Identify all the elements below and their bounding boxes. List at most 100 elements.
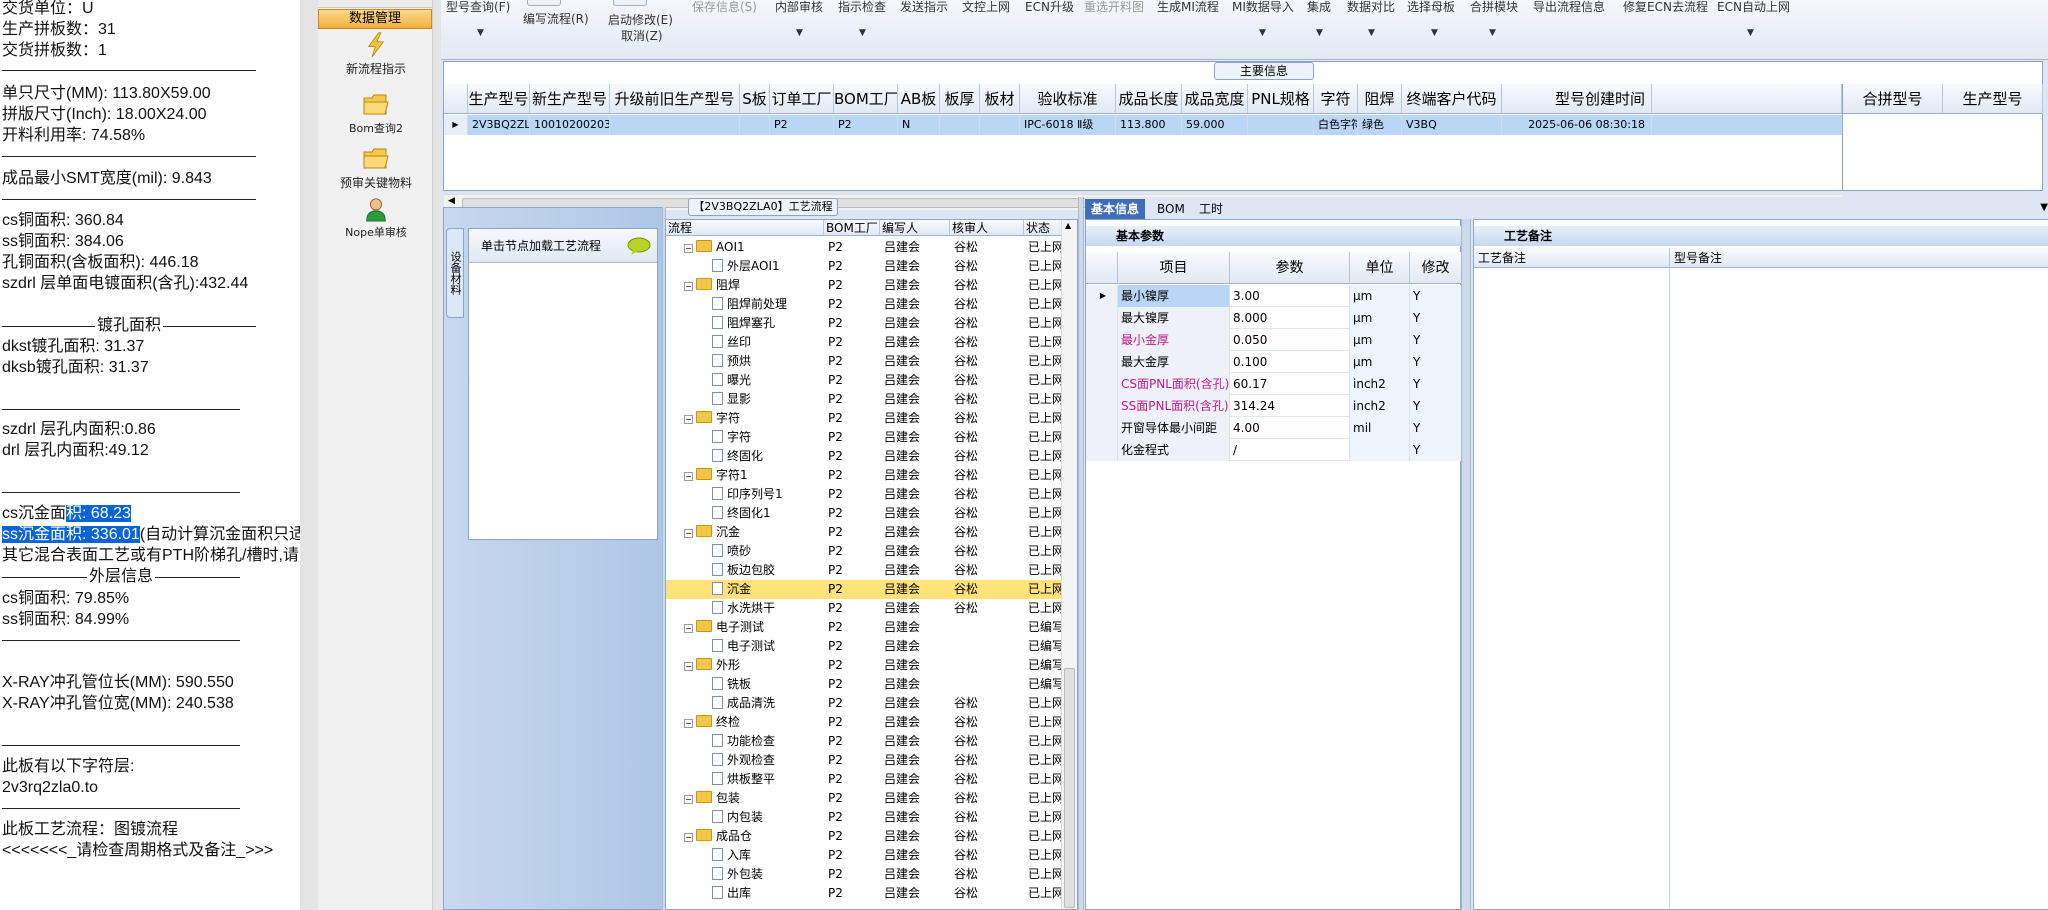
tree-folder-row[interactable]: − 外形 P2 吕建会 已编写 [666, 656, 1064, 675]
collapse-icon[interactable]: − [684, 795, 693, 804]
table-cell[interactable]: 2025-06-06 08:30:18 [1502, 115, 1652, 135]
param-row[interactable]: SS面PNL面积(含孔) 314.24 inch2 Y [1086, 395, 1462, 417]
column-header[interactable]: 编写人 [880, 220, 950, 236]
column-header[interactable]: 合拼型号 [1843, 84, 1943, 114]
tree-step-row[interactable]: 外观检查 P2 吕建会 谷松 已上网 [666, 751, 1064, 770]
column-header[interactable]: 终端客户代码 [1402, 84, 1502, 114]
tree-step-row[interactable]: 外包装 P2 吕建会 谷松 已上网 [666, 865, 1064, 884]
tree-step-row[interactable]: 电子测试 P2 吕建会 已编写 [666, 637, 1064, 656]
table-cell[interactable] [980, 115, 1020, 135]
tree-folder-row[interactable]: − 电子测试 P2 吕建会 已编写 [666, 618, 1064, 637]
toolbar-fix-ecn[interactable]: 修复ECN去流程 [1623, 0, 1708, 15]
param-row[interactable]: 最大金厚 0.100 μm Y [1086, 351, 1462, 373]
toolbar-ecn-upgrade[interactable]: ECN升级 [1025, 0, 1074, 15]
tree-folder-row[interactable]: − 沉金 P2 吕建会 谷松 已上网 [666, 523, 1064, 542]
tree-step-row[interactable]: 水洗烘干 P2 吕建会 谷松 已上网 [666, 599, 1064, 618]
tree-step-row[interactable]: 终固化 P2 吕建会 谷松 已上网 [666, 447, 1064, 466]
scrollbar-thumb[interactable] [1064, 668, 1075, 908]
toolbar-cancel[interactable]: 取消(Z) [621, 27, 663, 44]
tree-step-row[interactable]: 入库 P2 吕建会 谷松 已上网 [666, 846, 1064, 865]
column-header[interactable]: S板 [740, 84, 770, 114]
column-header[interactable]: 阻焊 [1358, 84, 1402, 114]
toolbar-merge-module[interactable]: 合拼模块 [1470, 0, 1518, 15]
toolbar-select-motherboard[interactable]: 选择母板 [1407, 0, 1455, 15]
tree-folder-row[interactable]: − 字符1 P2 吕建会 谷松 已上网 [666, 466, 1064, 485]
toolbar-doc-online[interactable]: 文控上网 [962, 0, 1010, 15]
column-header[interactable]: PNL规格 [1248, 84, 1314, 114]
tree-step-row[interactable]: 显影 P2 吕建会 谷松 已上网 [666, 390, 1064, 409]
param-row[interactable]: CS面PNL面积(含孔) 60.17 inch2 Y [1086, 373, 1462, 395]
splitter[interactable] [1461, 219, 1471, 910]
column-header[interactable]: 修改 [1410, 252, 1462, 284]
toolbar-model-query[interactable]: 型号查询(F) [446, 0, 510, 15]
column-header[interactable]: AB板 [898, 84, 940, 114]
table-cell[interactable] [1248, 115, 1314, 135]
column-header[interactable]: BOM工厂 [824, 220, 880, 236]
column-header[interactable]: 字符 [1314, 84, 1358, 114]
tree-step-row[interactable]: 字符 P2 吕建会 谷松 已上网 [666, 428, 1064, 447]
toolbar-reselect-layout[interactable]: 重选开料图 [1084, 0, 1144, 15]
tree-step-row[interactable]: 阻焊塞孔 P2 吕建会 谷松 已上网 [666, 314, 1064, 333]
collapse-icon[interactable]: − [684, 415, 693, 424]
toolbar-export-flow[interactable]: 导出流程信息 [1533, 0, 1605, 15]
table-cell[interactable]: 113.800 [1116, 115, 1182, 135]
table-cell[interactable]: IPC-6018 Ⅱ级 [1020, 115, 1116, 135]
table-cell[interactable] [940, 115, 980, 135]
column-header[interactable]: 新生产型号 [530, 84, 610, 114]
collapse-icon[interactable]: − [684, 244, 693, 253]
column-header[interactable]: 升级前旧生产型号 [610, 84, 740, 114]
column-header[interactable]: 型号备注 [1670, 248, 2048, 268]
column-header[interactable]: 核审人 [950, 220, 1024, 236]
param-row[interactable]: ▶ 最小镍厚 3.00 μm Y [1086, 285, 1462, 307]
toolbar-save[interactable]: 保存信息(S) [692, 0, 757, 15]
splitter[interactable] [1078, 197, 1084, 910]
column-header[interactable]: 成品宽度 [1182, 84, 1248, 114]
column-header[interactable]: 生产型号 [468, 84, 530, 114]
tree-step-row[interactable]: 印序列号1 P2 吕建会 谷松 已上网 [666, 485, 1064, 504]
tree-step-row[interactable]: 预烘 P2 吕建会 谷松 已上网 [666, 352, 1064, 371]
param-row[interactable]: 开窗导体最小间距 4.00 mil Y [1086, 417, 1462, 439]
tab-bom[interactable]: BOM [1151, 199, 1191, 219]
scroll-up-icon[interactable]: ▲ [1065, 221, 1071, 230]
column-header[interactable]: BOM工厂 [834, 84, 898, 114]
toolbar-integrate[interactable]: 集成 [1307, 0, 1331, 15]
table-cell[interactable]: 2V3BQ2ZLA0 [468, 115, 530, 135]
tree-step-row[interactable]: 功能检查 P2 吕建会 谷松 已上网 [666, 732, 1064, 751]
param-row[interactable]: 最大镍厚 8.000 μm Y [1086, 307, 1462, 329]
toolbar-generate-mi[interactable]: 生成MI流程 [1157, 0, 1219, 15]
collapse-icon[interactable]: − [684, 662, 693, 671]
toolbar-internal-review[interactable]: 内部审核 [775, 0, 823, 15]
chevron-down-icon[interactable]: ▼ [2040, 202, 2048, 213]
param-value[interactable]: 60.17 [1230, 373, 1350, 395]
toolbar-icon-button[interactable] [527, 0, 561, 6]
collapse-icon[interactable]: − [684, 529, 693, 538]
basic-params-header[interactable]: 基本参数 [1086, 226, 1462, 246]
tab-basic-info[interactable]: 基本信息 [1085, 199, 1146, 219]
param-value[interactable]: 8.000 [1230, 307, 1350, 329]
toolbar-data-compare[interactable]: 数据对比 [1347, 0, 1395, 15]
tree-folder-row[interactable]: − 成品仓 P2 吕建会 谷松 已上网 [666, 827, 1064, 846]
collapse-icon[interactable]: − [684, 472, 693, 481]
tab-work-hours[interactable]: 工时 [1193, 199, 1229, 219]
toolbar-instruction-check[interactable]: 指示检查 [838, 0, 886, 15]
column-header[interactable]: 流程 [666, 220, 824, 236]
column-header[interactable]: 生产型号 [1943, 84, 2043, 114]
param-row[interactable]: 最小金厚 0.050 μm Y [1086, 329, 1462, 351]
toolbar-icon-button[interactable] [613, 0, 647, 6]
table-cell[interactable]: 绿色 [1358, 115, 1402, 135]
column-header[interactable]: 单位 [1350, 252, 1410, 284]
toolbar-edit-flow[interactable]: 编写流程(R) [523, 10, 589, 27]
tree-step-row[interactable]: 丝印 P2 吕建会 谷松 已上网 [666, 333, 1064, 352]
collapse-icon[interactable]: − [684, 282, 693, 291]
tree-step-row[interactable]: 烘板整平 P2 吕建会 谷松 已上网 [666, 770, 1064, 789]
nav-nope-review[interactable]: Nope单审核 [328, 196, 424, 240]
tree-folder-row[interactable]: − AOI1 P2 吕建会 谷松 已上网 [666, 238, 1064, 257]
process-remarks-textarea[interactable] [1474, 268, 1670, 908]
tree-folder-row[interactable]: − 终检 P2 吕建会 谷松 已上网 [666, 713, 1064, 732]
column-header[interactable]: 订单工厂 [770, 84, 834, 114]
vertical-scrollbar[interactable]: ▲ [1061, 220, 1077, 909]
remarks-header[interactable]: 工艺备注 [1474, 226, 2048, 246]
accordion-tab-equipment[interactable]: 设备材料 [446, 228, 464, 318]
param-value[interactable]: 0.050 [1230, 329, 1350, 351]
column-header[interactable]: 验收标准 [1020, 84, 1116, 114]
